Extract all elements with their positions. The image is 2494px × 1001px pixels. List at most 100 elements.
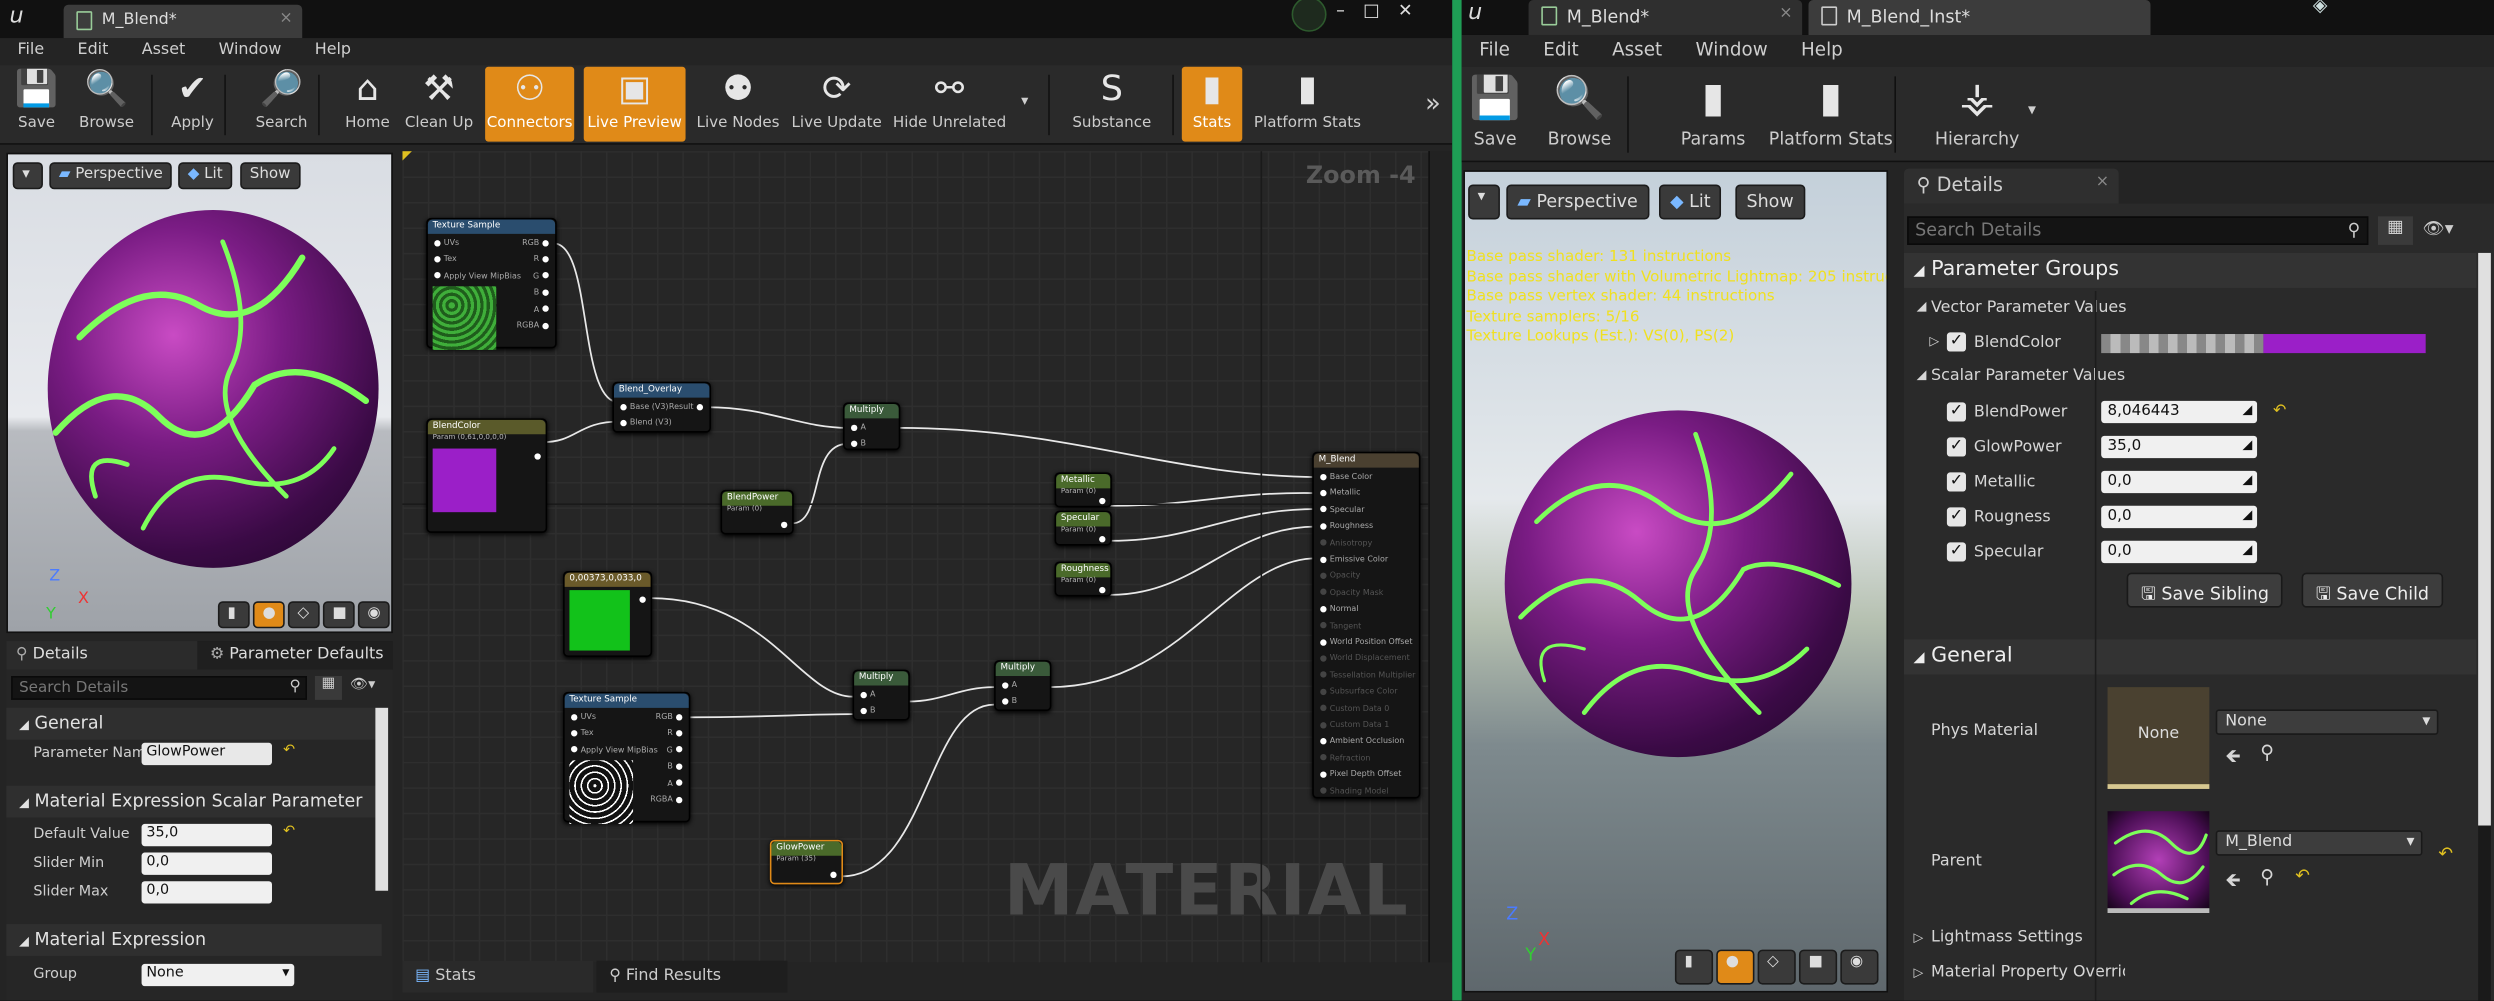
menu-item-file[interactable]: File — [17, 41, 44, 58]
tab-parameter-defaults[interactable]: ⚙ Parameter Defaults — [200, 641, 391, 670]
tab-m-blend[interactable]: M_Blend* × — [1528, 0, 1803, 35]
node-input-pin[interactable]: World Displacement — [1320, 654, 1410, 664]
node-input-pin[interactable]: Shading Model — [1320, 787, 1388, 796]
slider-max-input[interactable]: 0,0 — [141, 881, 272, 904]
viewport-options-button[interactable]: ▾ — [1468, 184, 1500, 220]
save-child-button[interactable]: 🖫 Save Child — [2301, 572, 2444, 608]
palette-collapsed[interactable] — [1428, 151, 1453, 963]
node-input-pin[interactable]: Custom Data 1 — [1320, 721, 1389, 730]
node-m-blend[interactable]: M_Blend Base Color Metallic Specular Roughne… — [1312, 451, 1421, 799]
node-roughness[interactable]: Roughness Param (0) — [1054, 561, 1112, 597]
details-scrollbar[interactable] — [375, 707, 389, 891]
reset-arrow-icon[interactable]: ↶ — [283, 824, 295, 840]
node-input-pin[interactable]: Blend (V3) — [620, 419, 672, 428]
viewport-options-button[interactable]: ▾ — [12, 162, 43, 190]
node-input-pin[interactable]: Pixel Depth Offset — [1320, 770, 1401, 780]
node-specular[interactable]: Specular Param (0) — [1054, 510, 1112, 546]
node-output-pin[interactable]: R — [667, 729, 683, 739]
close-icon[interactable]: × — [1779, 5, 1792, 22]
parent-dropdown[interactable]: M_Blend ▾ — [2215, 830, 2423, 856]
node-input-pin[interactable]: UVs — [434, 239, 459, 248]
parameter-name-input[interactable]: GlowPower — [141, 742, 272, 766]
parent-thumbnail[interactable] — [2107, 811, 2210, 914]
node-input-pin[interactable]: Subsurface Color — [1320, 687, 1398, 697]
blendcolor-alpha-swatch[interactable] — [2101, 334, 2264, 354]
menu-item-help[interactable]: Help — [1801, 38, 1843, 60]
node-input-pin[interactable]: Tessellation Multiplier — [1320, 671, 1415, 680]
search-button[interactable]: 🔎 Search — [247, 67, 317, 142]
save-sibling-button[interactable]: 🖫 Save Sibling — [2126, 572, 2284, 608]
tab-details[interactable]: ⚲ Details — [6, 641, 198, 670]
close-icon[interactable]: × — [279, 10, 292, 27]
minimize-icon[interactable]: – — [1336, 0, 1345, 21]
tab-details[interactable]: ⚲ Details × — [1903, 168, 2119, 204]
material-property-row[interactable]: ▷Material Property Overrides — [1904, 958, 2494, 993]
node-input-pin[interactable]: Specular — [1320, 505, 1365, 515]
scalar-value-input[interactable]: 0,0 ◢ — [2101, 470, 2258, 494]
node-output-pin[interactable]: R — [534, 255, 549, 265]
menu-item-edit[interactable]: Edit — [78, 41, 109, 58]
params-button[interactable]: ▮ Params — [1675, 68, 1751, 160]
menu-item-asset[interactable]: Asset — [1612, 38, 1662, 60]
menu-item-asset[interactable]: Asset — [142, 41, 185, 58]
node-output-pin[interactable] — [639, 595, 646, 605]
scalar-value-input[interactable]: 35,0 ◢ — [2101, 435, 2258, 459]
node-input-pin[interactable]: World Position Offset — [1320, 638, 1412, 647]
node-metallic[interactable]: Metallic Param (0) — [1054, 472, 1112, 508]
platform-stats-button[interactable]: ▮ Platform Stats — [1252, 67, 1363, 142]
scalar-checkbox[interactable]: ✓ — [1946, 437, 1966, 457]
toolbar-overflow-icon[interactable]: » — [1425, 87, 1441, 117]
node-multiply2[interactable]: Multiply A B — [852, 669, 910, 721]
group-dropdown[interactable]: None ▾ — [141, 963, 295, 987]
mesh-preview-button[interactable]: ◉ — [357, 601, 390, 629]
node-input-pin[interactable]: Tex — [434, 255, 457, 265]
scalar-value-input[interactable]: 8,046443 ◢ — [2101, 400, 2258, 424]
platform-stats-button[interactable]: ▮ Platform Stats — [1764, 68, 1898, 160]
node-output-pin[interactable] — [780, 520, 788, 530]
node-output-pin[interactable]: B — [667, 762, 683, 772]
details-scrollbar[interactable] — [2478, 252, 2491, 826]
node-input-pin[interactable]: Base (V3) — [620, 402, 668, 412]
node-input-pin[interactable]: Opacity — [1320, 572, 1360, 581]
lit-button[interactable]: ◆ Lit — [1658, 184, 1722, 220]
node-output-pin[interactable] — [830, 870, 837, 880]
eye-icon[interactable]: 👁▾ — [2422, 218, 2453, 239]
node-output-pin[interactable] — [534, 452, 541, 462]
node-input-pin[interactable]: Apply View MipBias — [571, 746, 658, 755]
view-options-icon[interactable]: ▦ — [2377, 216, 2413, 245]
node-blendpower[interactable]: BlendPower Param (0) — [720, 489, 794, 535]
node-input-pin[interactable]: Opacity Mask — [1320, 588, 1383, 598]
perspective-button[interactable]: ▰ Perspective — [1506, 184, 1649, 220]
reset-arrow-icon[interactable]: ↶ — [2438, 843, 2453, 864]
category-parameter-groups[interactable]: ◢ Parameter Groups — [1903, 252, 2477, 288]
reset-arrow-icon[interactable]: ↶ — [2273, 402, 2286, 419]
sphere-preview-button[interactable]: ● — [1716, 949, 1755, 985]
apply-button[interactable]: ✔ Apply — [161, 67, 225, 142]
lit-button[interactable]: ◆ Lit — [178, 162, 233, 190]
node-output-pin[interactable]: RGBA — [517, 321, 549, 331]
blendcolor-swatch[interactable] — [2263, 334, 2426, 354]
browse-asset-icon[interactable]: ⚲ — [2260, 741, 2274, 763]
chevron-down-icon[interactable]: ▾ — [1021, 94, 1028, 110]
close-icon[interactable]: × — [2096, 173, 2109, 190]
live-preview-button[interactable]: ▣ Live Preview — [583, 66, 686, 142]
source-control-icon[interactable] — [1291, 0, 1327, 32]
menu-item-window[interactable]: Window — [1696, 38, 1768, 60]
preview-viewport[interactable]: ▾ ▰ Perspective ◆ Lit Show Base pass sha… — [1463, 170, 1889, 993]
node-constant[interactable]: 0,00373,0,033,0 — [563, 571, 653, 657]
node-input-pin[interactable]: B — [850, 440, 866, 449]
node-output-pin[interactable]: G — [533, 272, 549, 281]
node-multiply1[interactable]: Multiply A B — [843, 402, 901, 451]
category-general[interactable]: ◢ General — [6, 707, 382, 740]
node-input-pin[interactable]: Base Color — [1320, 472, 1372, 482]
node-tex2[interactable]: Texture Sample UVs Tex Apply View MipBias RG… — [563, 691, 691, 824]
node-output-pin[interactable] — [1099, 585, 1106, 595]
tab-m-blend[interactable]: M_Blend* × — [63, 4, 303, 39]
node-input-pin[interactable]: Roughness — [1320, 522, 1373, 532]
node-output-pin[interactable]: RGB — [656, 713, 683, 722]
node-input-pin[interactable]: Metallic — [1320, 489, 1361, 498]
node-input-pin[interactable]: Emissive Color — [1320, 555, 1388, 565]
use-selected-arrow-icon[interactable]: 🡸 — [2225, 741, 2241, 774]
cube-preview-button[interactable]: ■ — [1798, 949, 1838, 985]
drag-handle-icon[interactable]: ◢ — [2242, 507, 2252, 521]
